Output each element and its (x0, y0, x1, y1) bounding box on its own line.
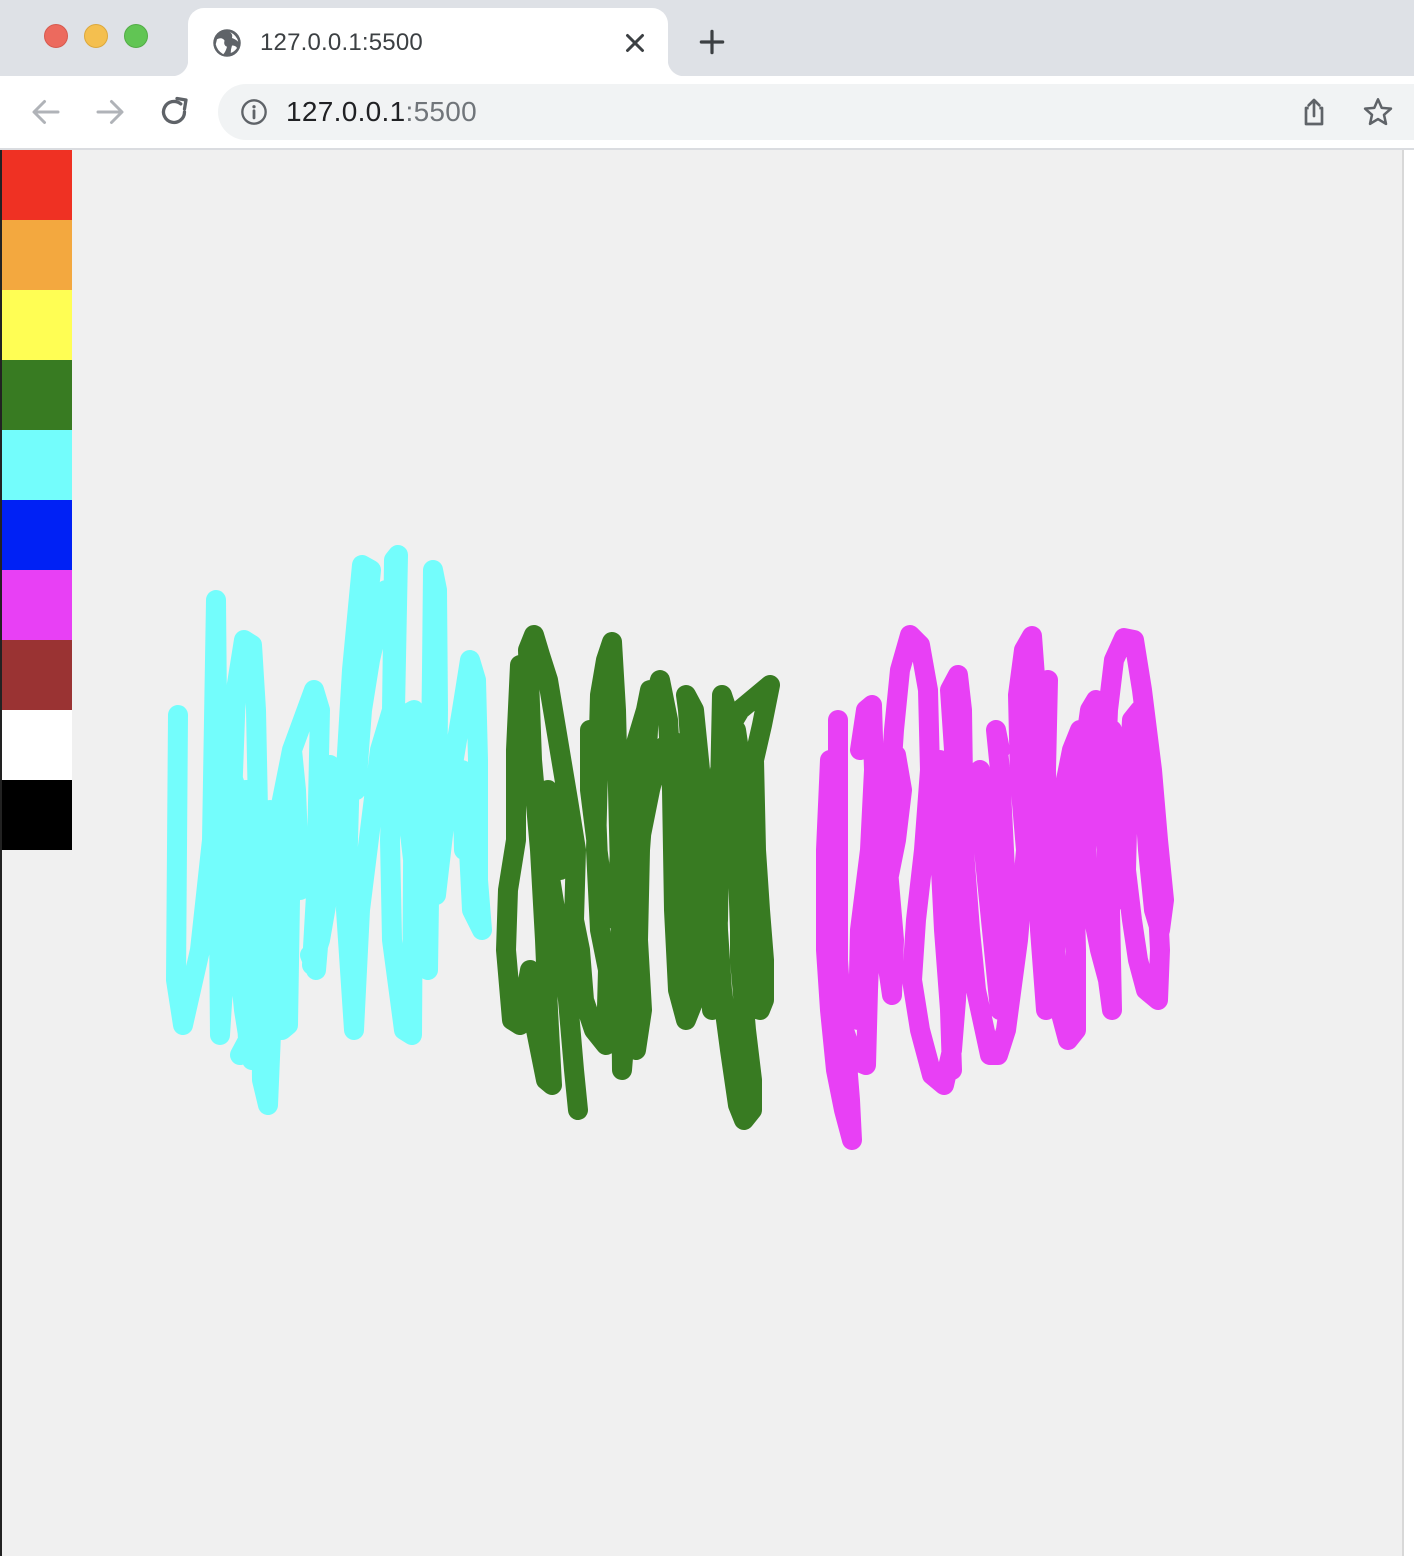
star-icon[interactable] (1362, 96, 1394, 128)
reload-icon[interactable] (156, 94, 192, 130)
drawing-canvas[interactable] (0, 150, 1400, 1556)
window-minimize-button[interactable] (84, 24, 108, 48)
swatch-cyan[interactable] (2, 430, 72, 500)
close-icon[interactable] (620, 28, 650, 58)
swatch-white[interactable] (2, 710, 72, 780)
tab-title: 127.0.0.1:5500 (260, 29, 423, 56)
url-text[interactable]: 127.0.0.1:5500 (286, 96, 477, 128)
drawing-page (0, 150, 1404, 1556)
swatch-magenta[interactable] (2, 570, 72, 640)
arrow-right-icon[interactable] (92, 94, 128, 130)
browser-window: 127.0.0.1:5500 127.0.0.1:5500 (0, 0, 1414, 1556)
swatch-orange[interactable] (2, 220, 72, 290)
swatch-green[interactable] (2, 360, 72, 430)
arrow-left-icon[interactable] (28, 94, 64, 130)
plus-icon[interactable] (696, 26, 728, 58)
swatch-red[interactable] (2, 150, 72, 220)
color-palette (2, 150, 72, 850)
window-close-button[interactable] (44, 24, 68, 48)
scribble-stroke-magenta (816, 625, 1174, 1150)
url-host: 127.0.0.1 (286, 96, 406, 127)
swatch-black[interactable] (2, 780, 72, 850)
globe-icon (213, 29, 241, 57)
scribble-stroke-green (496, 625, 780, 1130)
swatch-yellow[interactable] (2, 290, 72, 360)
window-scroll-edge (1402, 150, 1414, 1556)
scribble-stroke-cyan (166, 545, 492, 1115)
active-tab[interactable]: 127.0.0.1:5500 (172, 8, 684, 76)
address-bar[interactable]: 127.0.0.1:5500 (218, 84, 1414, 140)
url-port: :5500 (405, 96, 478, 127)
swatch-brown[interactable] (2, 640, 72, 710)
window-maximize-button[interactable] (124, 24, 148, 48)
tab-strip: 127.0.0.1:5500 (0, 0, 1414, 76)
window-edge (0, 150, 2, 1556)
swatch-blue[interactable] (2, 500, 72, 570)
browser-toolbar: 127.0.0.1:5500 (0, 76, 1414, 148)
share-icon[interactable] (1298, 96, 1330, 128)
info-icon[interactable] (240, 98, 268, 126)
